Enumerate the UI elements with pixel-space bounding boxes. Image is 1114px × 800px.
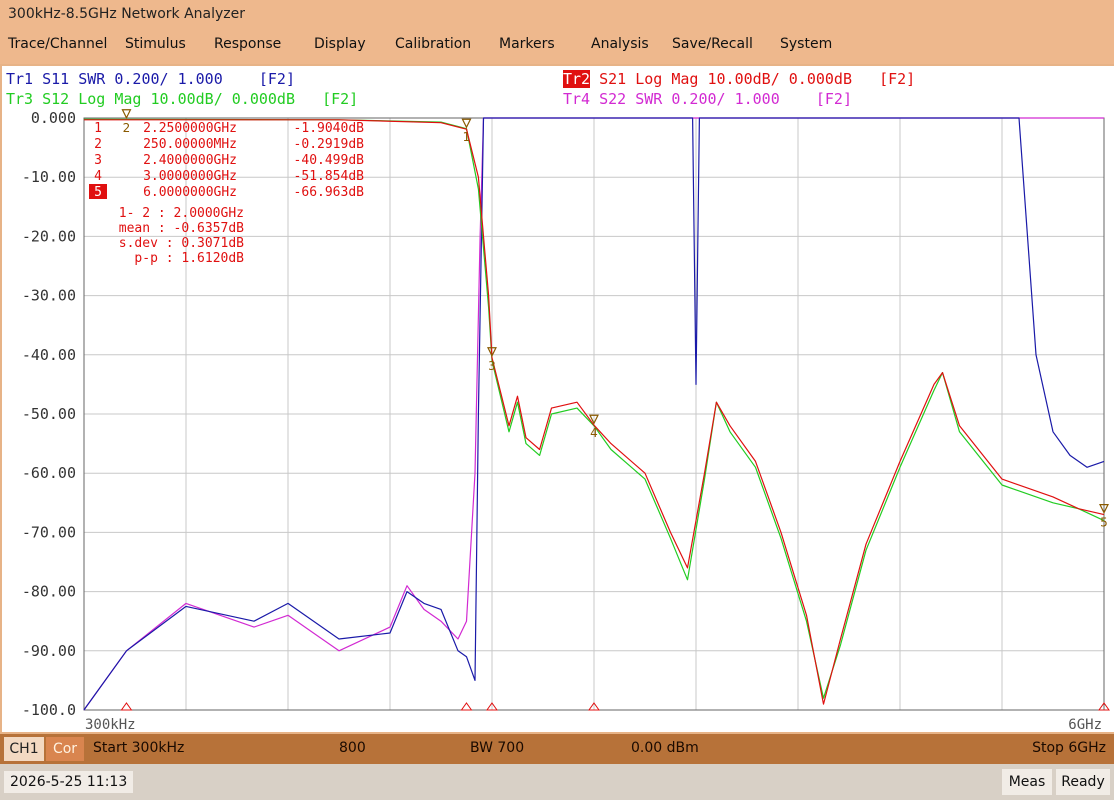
y-tick-labels: 0.000 -10.00 -20.00 -30.00 -40.00 -50.00 -60.0… <box>22 109 76 719</box>
menu-markers[interactable]: Markers <box>499 36 555 52</box>
menu-bar: Trace/Channel Stimulus Response Display … <box>0 30 1114 64</box>
marker-row-freq: 2.2500000GHz <box>143 121 237 136</box>
points-count[interactable]: 800 <box>339 740 366 756</box>
y-tick-label: -90.00 <box>22 642 76 660</box>
marker-row-num: 4 <box>94 169 102 184</box>
title-bar: 300kHz-8.5GHz Network Analyzer <box>0 0 1114 30</box>
marker-row-value: -40.499dB <box>294 153 365 168</box>
marker-row-num: 5 <box>94 185 102 200</box>
channel-status-bar: CH1 Cor Start 300kHz 800 BW 700 0.00 dBm… <box>0 734 1114 764</box>
y-tick-label: -20.00 <box>22 227 76 245</box>
channel-badge[interactable]: CH1 <box>4 737 44 761</box>
menu-display[interactable]: Display <box>314 36 366 52</box>
source-power[interactable]: 0.00 dBm <box>631 740 699 756</box>
y-tick-label: -80.00 <box>22 583 76 601</box>
marker-table: 1 2.2500000GHz -1.9040dB 2 250.00000MHz -0.29… <box>89 121 364 266</box>
marker-row-value: -66.963dB <box>294 185 365 200</box>
menu-save-recall[interactable]: Save/Recall <box>672 36 753 52</box>
marker-1-axis-indicator <box>460 702 473 711</box>
marker-5-label: 5 <box>1100 516 1108 530</box>
marker-row-freq: 3.0000000GHz <box>143 169 237 184</box>
date-time: 2026-5-25 11:13 <box>4 771 134 793</box>
marker-4-label: 4 <box>590 426 598 440</box>
stop-frequency[interactable]: Stop 6GHz <box>1032 740 1106 756</box>
measurement-display: Tr1 S11 SWR 0.200/ 1.000 [F2] Tr2 S21 Lo… <box>2 66 1114 732</box>
x-start-label: 300kHz <box>85 717 136 732</box>
marker-row-num: 3 <box>94 153 102 168</box>
menu-system[interactable]: System <box>780 36 832 52</box>
marker-row-value: -1.9040dB <box>294 121 365 136</box>
app-title: 300kHz-8.5GHz Network Analyzer <box>8 6 246 22</box>
marker-2-label: 2 <box>123 121 131 135</box>
marker-stat: p-p : 1.6120dB <box>134 251 244 266</box>
trace-plot[interactable]: 0.000 -10.00 -20.00 -30.00 -40.00 -50.00 -60.0… <box>2 66 1114 732</box>
marker-stat: 1- 2 : 2.0000GHz <box>119 206 244 221</box>
correction-badge[interactable]: Cor <box>46 737 84 761</box>
y-tick-label: 0.000 <box>31 109 76 127</box>
bottom-bar: 2026-5-25 11:13 Meas Ready <box>0 764 1114 800</box>
marker-row-freq: 6.0000000GHz <box>143 185 237 200</box>
marker-row-freq: 250.00000MHz <box>143 137 237 152</box>
marker-stat: mean : -0.6357dB <box>119 221 244 236</box>
menu-trace-channel[interactable]: Trace/Channel <box>8 36 107 52</box>
y-tick-label: -70.00 <box>22 523 76 541</box>
menu-analysis[interactable]: Analysis <box>591 36 649 52</box>
marker-1-indicator <box>461 118 472 129</box>
if-bandwidth[interactable]: BW 700 <box>470 740 524 756</box>
y-tick-label: -50.00 <box>22 405 76 423</box>
menu-calibration[interactable]: Calibration <box>395 36 471 52</box>
menu-response[interactable]: Response <box>214 36 281 52</box>
menu-stimulus[interactable]: Stimulus <box>125 36 186 52</box>
x-stop-label: 6GHz <box>1068 717 1102 732</box>
marker-row-value: -0.2919dB <box>294 137 365 152</box>
marker-2-axis-indicator <box>120 702 133 711</box>
marker-2-indicator <box>121 109 132 120</box>
start-frequency[interactable]: Start 300kHz <box>93 740 184 756</box>
meas-button[interactable]: Meas <box>1002 769 1052 795</box>
marker-stat: s.dev : 0.3071dB <box>119 236 244 251</box>
marker-row-num: 1 <box>94 121 102 136</box>
marker-indicators: 1 2 3 4 5 <box>120 109 1110 711</box>
marker-row-freq: 2.4000000GHz <box>143 153 237 168</box>
y-tick-label: -30.00 <box>22 287 76 305</box>
y-tick-label: -40.00 <box>22 346 76 364</box>
marker-1-label: 1 <box>463 130 471 144</box>
y-tick-label: -60.00 <box>22 464 76 482</box>
ready-status: Ready <box>1056 769 1110 795</box>
y-tick-label: -100.0 <box>22 701 76 719</box>
marker-row-value: -51.854dB <box>294 169 365 184</box>
y-tick-label: -10.00 <box>22 168 76 186</box>
marker-row-num: 2 <box>94 137 102 152</box>
marker-3-label: 3 <box>488 359 496 373</box>
